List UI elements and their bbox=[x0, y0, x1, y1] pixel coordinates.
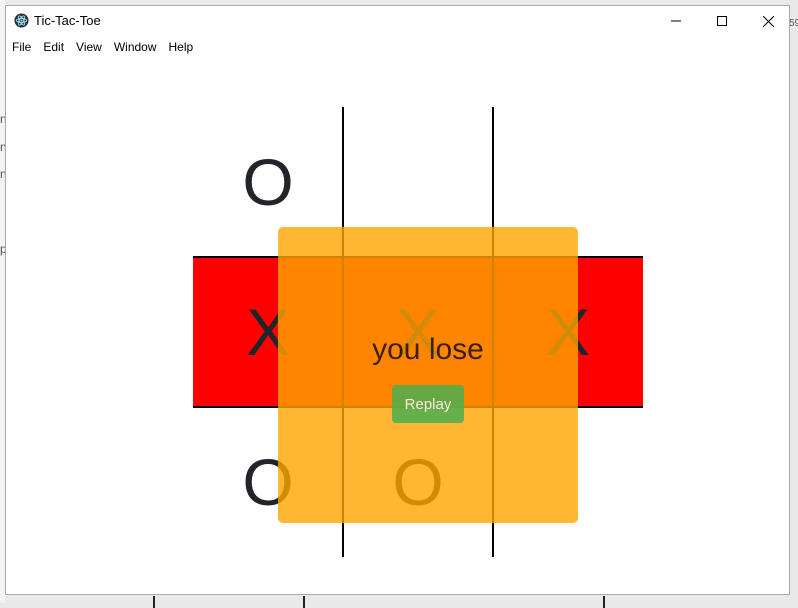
menu-window[interactable]: Window bbox=[108, 37, 163, 57]
window-title: Tic-Tac-Toe bbox=[34, 13, 101, 28]
minimize-icon bbox=[671, 20, 681, 22]
electron-atom-icon bbox=[14, 13, 29, 28]
menu-bar: File Edit View Window Help bbox=[6, 37, 789, 57]
background-line bbox=[303, 596, 305, 608]
title-bar[interactable]: Tic-Tac-Toe bbox=[6, 6, 789, 36]
menu-edit[interactable]: Edit bbox=[37, 37, 70, 57]
maximize-button[interactable] bbox=[699, 6, 745, 36]
minimize-button[interactable] bbox=[653, 6, 699, 36]
background-line bbox=[153, 596, 155, 608]
replay-button[interactable]: Replay bbox=[392, 385, 464, 423]
result-message: you lose bbox=[372, 333, 484, 366]
close-icon bbox=[762, 15, 774, 27]
background-line bbox=[603, 596, 605, 608]
menu-file[interactable]: File bbox=[6, 37, 37, 57]
close-button[interactable] bbox=[745, 6, 789, 36]
menu-help[interactable]: Help bbox=[163, 37, 200, 57]
menu-view[interactable]: View bbox=[70, 37, 108, 57]
app-window: Tic-Tac-Toe File Edit View Window Help O bbox=[5, 5, 790, 595]
game-over-overlay: you lose Replay bbox=[278, 227, 578, 523]
maximize-icon bbox=[717, 16, 727, 26]
background-text-fragment: 59 bbox=[789, 18, 798, 29]
